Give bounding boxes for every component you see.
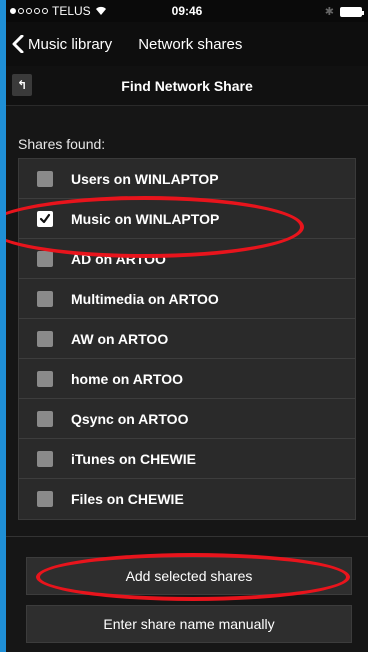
share-checkbox[interactable]: [37, 370, 53, 387]
battery-icon: [340, 6, 364, 17]
share-row[interactable]: Music on WINLAPTOP: [19, 199, 355, 239]
share-row[interactable]: Qsync on ARTOO: [19, 399, 355, 439]
share-label: Music on WINLAPTOP: [71, 210, 220, 227]
share-row[interactable]: AD on ARTOO: [19, 239, 355, 279]
share-label: Users on WINLAPTOP: [71, 170, 219, 187]
app-screen: TELUS 09:46 ✱ Music library Network shar…: [6, 0, 368, 652]
share-checkbox[interactable]: [37, 210, 53, 227]
status-bar: TELUS 09:46 ✱: [6, 0, 368, 22]
share-checkbox[interactable]: [37, 170, 53, 187]
share-checkbox[interactable]: [37, 491, 53, 507]
share-row[interactable]: Multimedia on ARTOO: [19, 279, 355, 319]
share-row[interactable]: home on ARTOO: [19, 359, 355, 399]
shares-found-label: Shares found:: [18, 136, 106, 152]
page-header: ↰ Find Network Share: [6, 66, 368, 106]
share-label: Multimedia on ARTOO: [71, 290, 219, 307]
share-row[interactable]: Files on CHEWIE: [19, 479, 355, 519]
back-button[interactable]: Music library: [6, 35, 112, 53]
status-time: 09:46: [171, 4, 203, 18]
share-label: AW on ARTOO: [71, 330, 169, 347]
status-right-group: ✱: [324, 5, 364, 18]
share-row[interactable]: iTunes on CHEWIE: [19, 439, 355, 479]
divider: [6, 536, 368, 537]
nav-title-network-shares[interactable]: Network shares: [138, 36, 242, 53]
page-title: Find Network Share: [121, 78, 253, 94]
share-checkbox[interactable]: [37, 450, 53, 467]
checkmark-icon: [39, 213, 51, 223]
share-row[interactable]: Users on WINLAPTOP: [19, 159, 355, 199]
chevron-left-icon: [12, 35, 24, 53]
navigation-bar: Music library Network shares: [6, 22, 368, 66]
back-button-label: Music library: [28, 35, 113, 53]
add-selected-shares-button[interactable]: Add selected shares: [26, 557, 352, 595]
bluetooth-icon: ✱: [324, 6, 334, 18]
share-row[interactable]: AW on ARTOO: [19, 319, 355, 359]
share-label: iTunes on CHEWIE: [71, 450, 196, 467]
share-checkbox[interactable]: [37, 330, 53, 347]
share-label: AD on ARTOO: [71, 250, 166, 267]
enter-share-name-manually-button[interactable]: Enter share name manually: [26, 605, 352, 643]
share-label: Files on CHEWIE: [71, 491, 184, 507]
share-label: Qsync on ARTOO: [71, 410, 189, 427]
share-checkbox[interactable]: [37, 410, 53, 427]
share-checkbox[interactable]: [37, 290, 53, 307]
share-label: home on ARTOO: [71, 370, 183, 387]
share-list: Users on WINLAPTOP Music on WINLAPTOP AD o…: [18, 158, 356, 520]
share-checkbox[interactable]: [37, 250, 53, 267]
